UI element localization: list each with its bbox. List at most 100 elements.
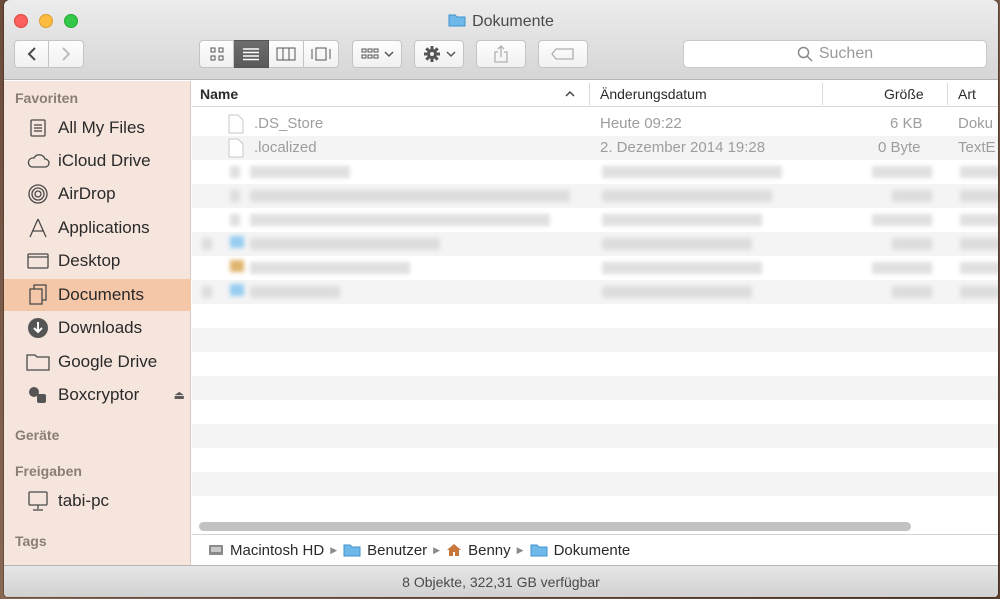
list-view-button[interactable] bbox=[234, 40, 269, 68]
view-mode-selector bbox=[199, 40, 339, 68]
nav-buttons bbox=[14, 40, 84, 68]
folder-icon bbox=[343, 544, 361, 557]
path-label: Benny bbox=[468, 541, 511, 559]
column-size[interactable]: Größe bbox=[884, 86, 924, 102]
file-kind: TextE bbox=[958, 139, 996, 156]
redacted-row[interactable] bbox=[192, 160, 998, 184]
toolbar: Dokumente Suchen bbox=[4, 0, 998, 80]
redacted-row[interactable] bbox=[192, 208, 998, 232]
status-bar: 8 Objekte, 322,31 GB verfügbar bbox=[4, 565, 998, 597]
chevron-right-icon bbox=[62, 47, 71, 61]
applications-icon bbox=[26, 217, 50, 239]
horizontal-scrollbar[interactable] bbox=[199, 522, 911, 531]
computer-icon bbox=[26, 490, 50, 512]
boxcryptor-icon bbox=[26, 384, 50, 406]
sidebar-item-all-my-files[interactable]: All My Files bbox=[4, 112, 191, 144]
redacted-row[interactable] bbox=[192, 256, 998, 280]
cloud-icon bbox=[26, 150, 50, 172]
redacted-row[interactable] bbox=[192, 184, 998, 208]
path-item-dokumente[interactable]: Dokumente bbox=[530, 541, 631, 559]
arrange-button[interactable] bbox=[352, 40, 402, 68]
file-row[interactable]: .localized 2. Dezember 2014 19:28 0 Byte… bbox=[192, 136, 998, 160]
sidebar-item-airdrop[interactable]: AirDrop bbox=[4, 178, 191, 210]
sidebar-item-label: Desktop bbox=[58, 251, 121, 270]
sidebar-item-documents[interactable]: Documents bbox=[4, 279, 191, 311]
column-date[interactable]: Änderungsdatum bbox=[600, 86, 707, 102]
desktop-icon bbox=[26, 250, 50, 272]
path-item-benny[interactable]: Benny bbox=[446, 542, 511, 559]
documents-icon bbox=[26, 284, 50, 306]
path-separator-icon: ▶ bbox=[433, 544, 441, 555]
columns-icon bbox=[276, 47, 296, 61]
folder-icon bbox=[530, 544, 548, 557]
share-button[interactable] bbox=[476, 40, 526, 68]
path-item-macintosh-hd[interactable]: Macintosh HD bbox=[208, 542, 324, 559]
sidebar-item-label: Downloads bbox=[58, 318, 143, 337]
sidebar-item-desktop[interactable]: Desktop bbox=[4, 245, 191, 277]
search-icon bbox=[797, 46, 813, 62]
hard-drive-icon bbox=[209, 545, 223, 555]
sidebar-item-label: tabi-pc bbox=[58, 491, 110, 510]
sidebar-item-label: Boxcryptor bbox=[58, 385, 140, 404]
file-row[interactable]: .DS_Store Heute 09:22 6 KB Doku bbox=[192, 112, 998, 136]
sidebar-item-label: iCloud Drive bbox=[58, 151, 151, 170]
path-item-benutzer[interactable]: Benutzer bbox=[343, 542, 427, 559]
sidebar-item-icloud-drive[interactable]: iCloud Drive bbox=[4, 145, 191, 177]
column-name[interactable]: Name bbox=[200, 86, 238, 102]
action-button[interactable] bbox=[414, 40, 464, 68]
path-label: Macintosh HD bbox=[230, 541, 325, 559]
path-label: Benutzer bbox=[367, 541, 428, 559]
file-date: 2. Dezember 2014 19:28 bbox=[600, 139, 766, 156]
file-name: .DS_Store bbox=[254, 115, 324, 132]
sidebar-item-boxcryptor[interactable]: Boxcryptor ⏏ bbox=[4, 379, 191, 411]
chevron-down-icon bbox=[445, 51, 456, 58]
sidebar-item-tabi-pc[interactable]: tabi-pc bbox=[4, 485, 191, 517]
search-field[interactable]: Suchen bbox=[683, 40, 987, 68]
finder-window: Dokumente Suchen Favoriten All My Files … bbox=[4, 0, 998, 597]
column-header: Name Änderungsdatum Größe Art bbox=[192, 81, 998, 107]
window-title: Dokumente bbox=[4, 13, 998, 31]
back-button[interactable] bbox=[14, 40, 49, 68]
column-view-button[interactable] bbox=[269, 40, 304, 68]
path-label: Dokumente bbox=[553, 541, 631, 559]
empty-row bbox=[192, 304, 998, 328]
airdrop-icon bbox=[26, 183, 50, 205]
file-date: Heute 09:22 bbox=[600, 115, 682, 132]
folder-icon bbox=[26, 351, 50, 373]
empty-row bbox=[192, 376, 998, 400]
favorites-header: Favoriten bbox=[15, 90, 79, 106]
all-files-icon bbox=[26, 117, 50, 139]
sidebar-item-label: Documents bbox=[58, 285, 144, 304]
document-icon bbox=[228, 138, 244, 158]
chevron-left-icon bbox=[27, 47, 36, 61]
eject-icon[interactable]: ⏏ bbox=[174, 388, 185, 402]
empty-row bbox=[192, 352, 998, 376]
column-kind[interactable]: Art bbox=[958, 86, 976, 102]
tags-header: Tags bbox=[15, 533, 47, 549]
sidebar-item-google-drive[interactable]: Google Drive bbox=[4, 346, 191, 378]
file-size: 0 Byte bbox=[878, 139, 921, 156]
home-icon bbox=[447, 544, 462, 556]
path-separator-icon: ▶ bbox=[516, 544, 524, 555]
coverflow-view-button[interactable] bbox=[304, 40, 339, 68]
empty-row bbox=[192, 424, 998, 448]
redacted-row[interactable] bbox=[192, 280, 998, 304]
tags-button[interactable] bbox=[538, 40, 588, 68]
chevron-down-icon bbox=[383, 51, 394, 58]
tag-icon bbox=[551, 48, 574, 60]
file-name: .localized bbox=[254, 139, 317, 156]
sidebar-item-applications[interactable]: Applications bbox=[4, 212, 191, 244]
shared-header: Freigaben bbox=[15, 463, 82, 479]
redacted-row[interactable] bbox=[192, 232, 998, 256]
status-text: 8 Objekte, 322,31 GB verfügbar bbox=[402, 573, 600, 590]
folder-icon bbox=[448, 14, 466, 27]
empty-row bbox=[192, 496, 998, 520]
sidebar-item-downloads[interactable]: Downloads bbox=[4, 312, 191, 344]
forward-button[interactable] bbox=[49, 40, 84, 68]
icon-view-button[interactable] bbox=[199, 40, 234, 68]
file-size: 6 KB bbox=[890, 115, 923, 132]
sidebar-item-label: Applications bbox=[58, 218, 150, 237]
sidebar: Favoriten All My Files iCloud Drive AirD… bbox=[4, 81, 191, 565]
downloads-icon bbox=[26, 317, 50, 339]
arrange-grid-icon bbox=[361, 48, 378, 59]
